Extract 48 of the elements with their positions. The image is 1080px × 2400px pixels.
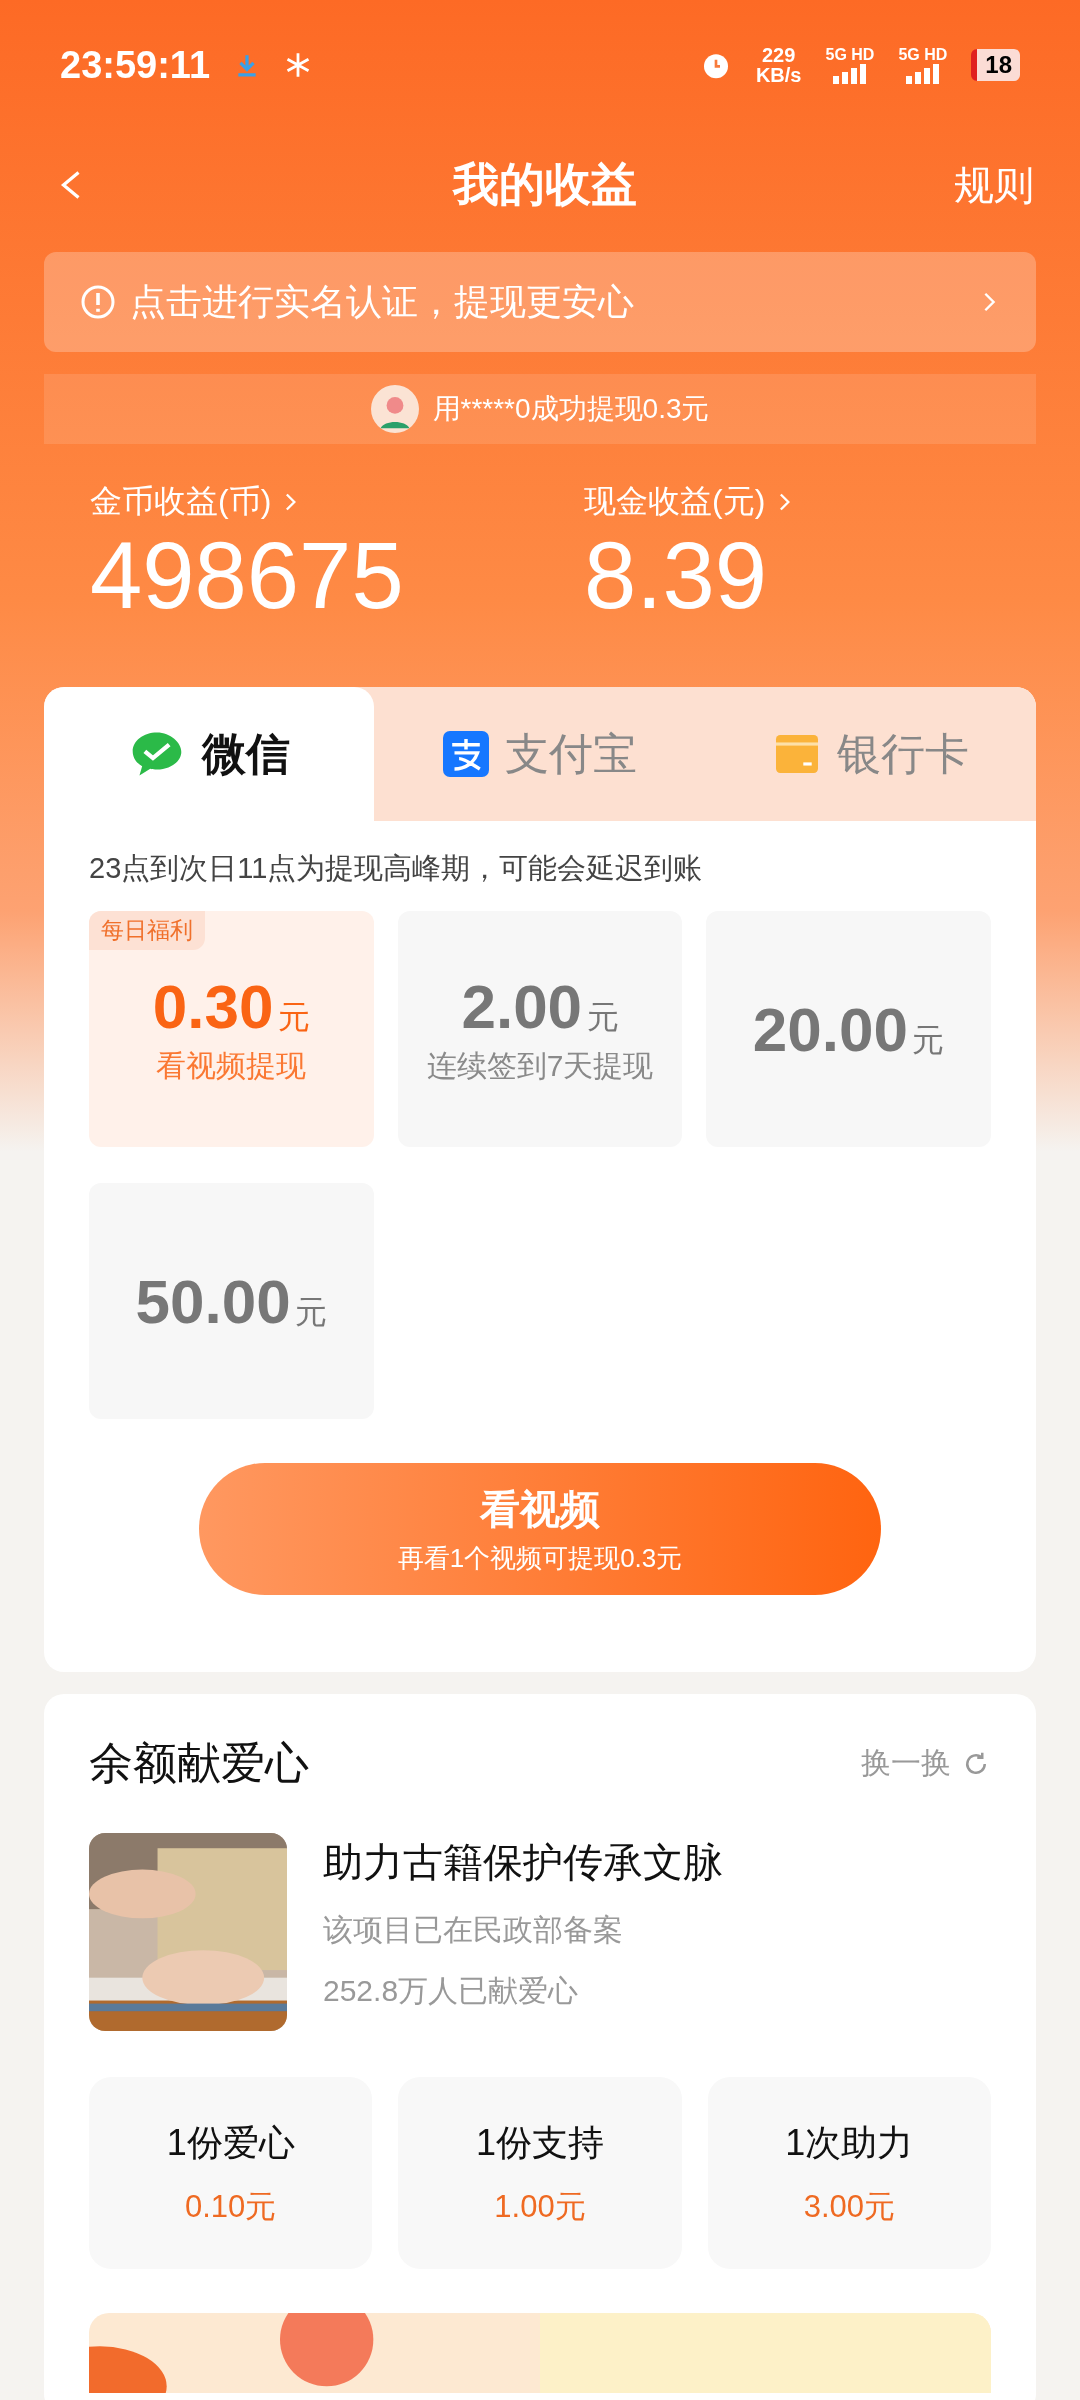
donation-amount: 1.00元 <box>494 2187 586 2226</box>
amount-value: 50.00 元 <box>135 1265 328 1337</box>
signal-indicator: 5G HD <box>898 46 948 84</box>
signal-indicator: 5G HD <box>825 46 875 84</box>
donation-amount: 0.10元 <box>185 2187 277 2226</box>
page-title: 我的收益 <box>453 157 637 212</box>
payment-tab[interactable]: 支付宝 <box>374 687 705 821</box>
payment-tab[interactable]: 微信 <box>44 687 374 821</box>
amount-option[interactable]: 20.00 元 <box>706 911 991 1147</box>
payment-app-icon <box>442 731 489 777</box>
watch-video-button[interactable]: 看视频 再看1个视频可提现0.3元 <box>199 1463 881 1595</box>
warning-icon <box>80 284 116 320</box>
project-title: 助力古籍保护传承文脉 <box>323 1839 723 1886</box>
ticker-text: 用*****0成功提现0.3元 <box>432 392 710 426</box>
donation-option[interactable]: 1次助力 3.00元 <box>707 2077 991 2269</box>
rules-link[interactable]: 规则 <box>954 157 1034 213</box>
daily-bonus-tag: 每日福利 <box>89 911 205 950</box>
amount-value: 20.00 元 <box>752 993 945 1065</box>
payment-tab[interactable]: 银行卡 <box>705 687 1036 821</box>
donation-amount: 3.00元 <box>803 2187 895 2226</box>
project-note: 该项目已在民政部备案 <box>323 1912 624 1948</box>
balance-value: 8.39 <box>584 524 768 628</box>
network-speed: 229 KB/s <box>755 45 802 85</box>
status-time: 23:59:11 <box>60 43 210 87</box>
donation-label: 1次助力 <box>785 2120 914 2165</box>
section-title: 余额献爱心 <box>89 1737 309 1789</box>
amount-condition: 连续签到7天提现 <box>426 1048 654 1084</box>
amount-condition: 看视频提现 <box>156 1048 307 1084</box>
amount-value: 2.00 元 <box>461 971 619 1042</box>
amount-value: 0.30 元 <box>152 971 310 1042</box>
donation-label: 1份支持 <box>475 2120 604 2165</box>
amount-option[interactable]: 50.00 元 <box>89 1183 374 1419</box>
balance-value: 498675 <box>90 524 405 628</box>
supporter-count: 252.8万人已献爱心 <box>323 1973 580 2009</box>
amount-option[interactable]: 2.00 元 连续签到7天提现 <box>397 911 683 1147</box>
refresh-link[interactable]: 换一换 <box>861 1743 991 1784</box>
snowflake-icon <box>284 51 312 79</box>
donation-label: 1份爱心 <box>166 2120 295 2165</box>
battery-indicator: 18 <box>971 49 1020 81</box>
donation-option[interactable]: 1份支持 1.00元 <box>398 2077 682 2269</box>
donation-option[interactable]: 1份爱心 0.10元 <box>89 2077 373 2269</box>
balance-label[interactable]: 金币收益(币) <box>90 480 302 524</box>
amount-option[interactable]: 每日福利 0.30 元 看视频提现 <box>89 911 374 1147</box>
avatar-icon <box>370 385 419 433</box>
verification-text: 点击进行实名认证，提现更安心 <box>130 279 635 324</box>
verification-banner[interactable]: 点击进行实名认证，提现更安心 <box>44 252 1036 352</box>
peak-notice: 23点到次日11点为提现高峰期，可能会延迟到账 <box>89 851 704 886</box>
balance-label[interactable]: 现金收益(元) <box>584 480 796 524</box>
